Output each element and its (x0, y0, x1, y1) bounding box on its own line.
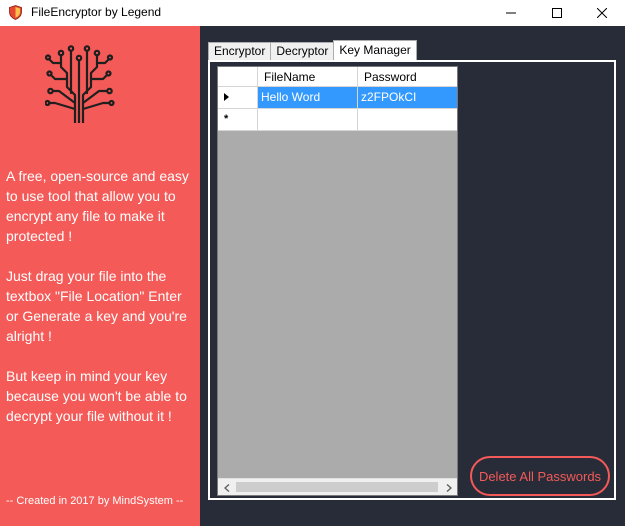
scroll-right-button[interactable] (440, 479, 457, 496)
info-panel: A free, open-source and easy to use tool… (0, 26, 200, 526)
minimize-button[interactable] (488, 0, 534, 26)
cell-filename[interactable]: Hello Word (258, 87, 358, 109)
tab-strip: Encryptor Decryptor Key Manager (208, 40, 417, 60)
tab-decryptor[interactable]: Decryptor (270, 42, 335, 60)
table-row[interactable]: Hello Word z2FPOkCI (218, 87, 457, 109)
window-title: FileEncryptor by Legend (31, 5, 162, 19)
maximize-icon (552, 8, 562, 18)
app-shield-icon (8, 5, 23, 20)
new-cell-password[interactable] (358, 109, 457, 131)
chevron-right-icon (446, 481, 452, 495)
horizontal-scrollbar[interactable] (218, 478, 457, 495)
scrollbar-thumb[interactable] (236, 482, 438, 492)
new-row-header[interactable]: * (218, 109, 258, 131)
minimize-icon (506, 8, 516, 18)
row-header[interactable] (218, 87, 258, 109)
grid-header: FileName Password (218, 67, 457, 87)
current-row-arrow-icon (224, 87, 230, 108)
key-manager-page: FileName Password Hello Word z2FPOkCI * (208, 60, 616, 500)
new-cell-filename[interactable] (258, 109, 358, 131)
circuit-tree-logo-icon (44, 43, 115, 125)
title-bar: FileEncryptor by Legend (0, 0, 625, 26)
passwords-grid[interactable]: FileName Password Hello Word z2FPOkCI * (217, 66, 458, 496)
scroll-left-button[interactable] (218, 479, 235, 496)
tab-key-manager[interactable]: Key Manager (333, 40, 417, 60)
column-header-filename[interactable]: FileName (258, 67, 358, 87)
description-paragraph-1: A free, open-source and easy to use tool… (6, 168, 189, 244)
tab-encryptor[interactable]: Encryptor (208, 42, 272, 60)
description-paragraph-3: But keep in mind your key because you wo… (6, 368, 187, 424)
close-icon (597, 8, 607, 18)
new-row[interactable]: * (218, 109, 457, 131)
description-paragraph-2: Just drag your file into the textbox "Fi… (6, 268, 187, 344)
credits-footer: -- Created in 2017 by MindSystem -- (6, 495, 184, 507)
maximize-button[interactable] (534, 0, 580, 26)
main-panel: Encryptor Decryptor Key Manager FileName… (200, 26, 625, 526)
row-header-corner[interactable] (218, 67, 258, 87)
delete-all-passwords-button[interactable]: Delete All Passwords (470, 456, 610, 496)
column-header-password[interactable]: Password (358, 67, 457, 87)
cell-password[interactable]: z2FPOkCI (358, 87, 457, 109)
close-button[interactable] (579, 0, 625, 26)
chevron-left-icon (223, 481, 230, 495)
new-row-star-icon: * (224, 113, 229, 125)
description: A free, open-source and easy to use tool… (6, 166, 196, 446)
